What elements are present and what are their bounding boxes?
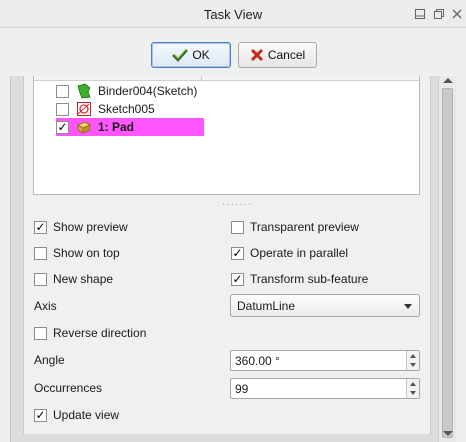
ok-check-icon bbox=[172, 48, 189, 62]
reverse-direction-label: Reverse direction bbox=[53, 326, 147, 340]
tree-header bbox=[34, 76, 419, 81]
axis-label: Axis bbox=[34, 299, 57, 313]
scroll-up-icon[interactable] bbox=[443, 78, 453, 83]
axis-combobox[interactable]: DatumLine bbox=[230, 294, 420, 317]
tree-item-checkbox[interactable] bbox=[56, 84, 69, 98]
new-shape-label: New shape bbox=[53, 272, 114, 286]
tree-item-binder004[interactable]: Binder004(Sketch) bbox=[56, 82, 197, 100]
axis-value: DatumLine bbox=[237, 298, 296, 313]
checkbox-box[interactable]: ✓ bbox=[231, 272, 244, 286]
chevron-down-icon[interactable] bbox=[404, 304, 412, 309]
checkbox-box[interactable] bbox=[231, 220, 244, 234]
pad-icon bbox=[77, 121, 91, 134]
cancel-button[interactable]: Cancel bbox=[238, 42, 317, 68]
cancel-button-label: Cancel bbox=[267, 48, 306, 62]
tree-item-checkbox[interactable]: ✓ bbox=[56, 120, 69, 134]
checkbox-box[interactable] bbox=[34, 326, 47, 340]
checkbox-box[interactable]: ✓ bbox=[34, 408, 47, 422]
occurrences-spinbox[interactable]: 99 bbox=[230, 378, 420, 399]
decrement-icon[interactable] bbox=[410, 391, 416, 395]
binder-icon bbox=[77, 83, 91, 99]
checkbox-box[interactable] bbox=[34, 246, 47, 260]
transparent-preview-label: Transparent preview bbox=[250, 220, 359, 234]
close-icon[interactable] bbox=[451, 8, 463, 20]
operate-in-parallel-label: Operate in parallel bbox=[250, 246, 349, 260]
sketch-icon bbox=[77, 102, 91, 116]
checkbox-box[interactable]: ✓ bbox=[34, 220, 47, 234]
transparent-preview-checkbox[interactable]: Transparent preview bbox=[231, 219, 359, 235]
angle-spinbox[interactable]: 360.00 ° bbox=[230, 350, 420, 371]
show-on-top-label: Show on top bbox=[53, 246, 120, 260]
show-on-top-checkbox[interactable]: Show on top bbox=[34, 245, 120, 261]
show-preview-label: Show preview bbox=[53, 220, 128, 234]
transform-sub-feature-checkbox[interactable]: ✓ Transform sub-feature bbox=[231, 271, 368, 287]
title-bar: Task View bbox=[0, 0, 466, 28]
scrollbar-thumb[interactable] bbox=[442, 88, 453, 438]
increment-icon[interactable] bbox=[410, 354, 416, 358]
scroll-down-icon[interactable] bbox=[443, 431, 453, 436]
reverse-direction-checkbox[interactable]: Reverse direction bbox=[34, 325, 146, 341]
tree-item-label: 1: Pad bbox=[98, 120, 135, 134]
feature-tree-list: Binder004(Sketch) Sketch005 ✓ 1: Pad bbox=[33, 76, 420, 195]
dialog-button-row: OK Cancel bbox=[0, 28, 466, 76]
tree-item-label: Sketch005 bbox=[98, 102, 155, 116]
angle-value: 360.00 ° bbox=[235, 353, 280, 368]
minimize-icon[interactable] bbox=[414, 8, 426, 20]
decrement-icon[interactable] bbox=[410, 363, 416, 367]
vertical-scrollbar[interactable] bbox=[438, 76, 456, 442]
tree-item-pad[interactable]: ✓ 1: Pad bbox=[56, 118, 204, 136]
transform-sub-feature-label: Transform sub-feature bbox=[250, 272, 369, 286]
show-preview-checkbox[interactable]: ✓ Show preview bbox=[34, 219, 128, 235]
update-view-checkbox[interactable]: ✓ Update view bbox=[34, 407, 119, 423]
splitter-handle[interactable]: ······· bbox=[222, 200, 252, 210]
float-icon[interactable] bbox=[433, 8, 445, 20]
checkbox-box[interactable]: ✓ bbox=[231, 246, 244, 260]
ok-button[interactable]: OK bbox=[151, 42, 231, 68]
tree-item-label: Binder004(Sketch) bbox=[98, 84, 198, 98]
occurrences-stepper[interactable] bbox=[406, 379, 419, 398]
checkbox-box[interactable] bbox=[34, 272, 47, 286]
window-title: Task View bbox=[203, 7, 263, 22]
angle-label: Angle bbox=[34, 353, 65, 367]
occurrences-label: Occurrences bbox=[34, 381, 103, 395]
operate-in-parallel-checkbox[interactable]: ✓ Operate in parallel bbox=[231, 245, 348, 261]
new-shape-checkbox[interactable]: New shape bbox=[34, 271, 113, 287]
ok-button-label: OK bbox=[192, 48, 210, 62]
increment-icon[interactable] bbox=[410, 382, 416, 386]
tree-item-checkbox[interactable] bbox=[56, 102, 69, 116]
occurrences-value: 99 bbox=[235, 381, 249, 396]
cancel-x-icon bbox=[250, 48, 263, 62]
angle-stepper[interactable] bbox=[406, 351, 419, 370]
tree-item-sketch005[interactable]: Sketch005 bbox=[56, 100, 155, 118]
update-view-label: Update view bbox=[53, 408, 120, 422]
